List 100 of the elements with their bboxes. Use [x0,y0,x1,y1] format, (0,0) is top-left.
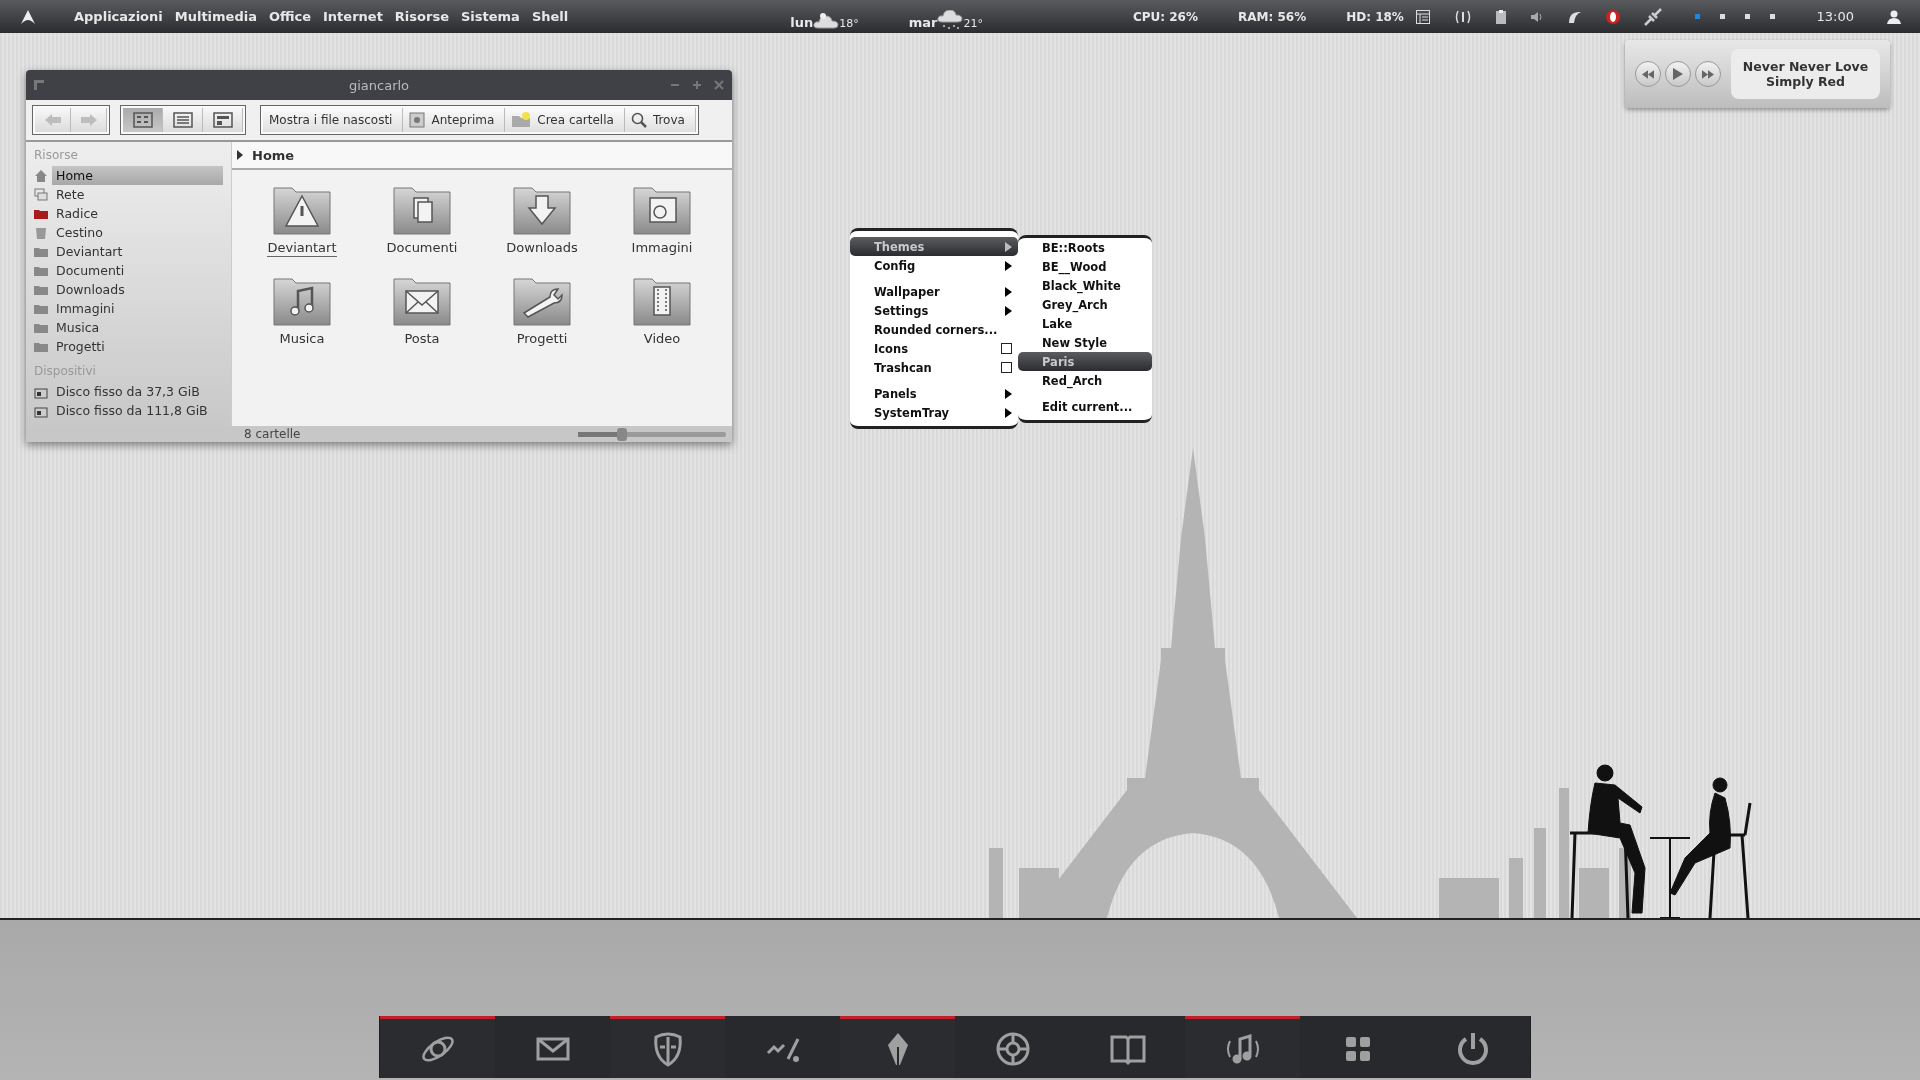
checkbox[interactable] [1001,362,1012,373]
shield-icon[interactable] [1604,8,1621,25]
arch-logo-icon[interactable] [20,8,36,25]
zoom-slider-thumb[interactable] [617,427,628,441]
panel-menu-item[interactable]: Risorse [394,9,449,24]
folder-icon[interactable] [510,184,574,236]
submenu-arrow-icon [1005,388,1012,399]
clipboard-icon[interactable] [1494,8,1507,25]
menu-item[interactable]: Red_Arch [1018,371,1152,390]
checkbox[interactable] [1001,343,1012,354]
dock-launcher[interactable] [1415,1016,1530,1078]
sidebar-section-title: Risorse [34,148,79,162]
sidebar-item[interactable]: Documenti [34,261,223,280]
search-icon [630,112,647,128]
sidebar-item[interactable]: Deviantart [34,242,223,261]
menu-item[interactable]: Panels [850,384,1018,403]
cloud-icon [813,12,840,30]
view-mode-button[interactable] [203,108,243,132]
panel-menu-item[interactable]: Multimedia [174,9,257,24]
window-title: giancarlo [348,77,410,93]
track-artist: Simply Red [1765,74,1846,89]
new-folder-icon [511,112,532,128]
menu-item[interactable]: Lake [1018,314,1152,333]
submenu-arrow-icon [1005,286,1012,297]
forward-arrow-icon [78,112,99,128]
workspace-indicator[interactable] [1744,14,1750,19]
toolbar-button[interactable]: Trova [624,108,696,132]
system-monitor-reading: RAM: 56% [1238,9,1307,24]
workspace-indicator[interactable] [1769,14,1775,19]
folder-icon[interactable] [630,184,694,236]
menu-item[interactable]: Black_White [1018,276,1152,295]
home-icon [34,168,48,183]
sidebar-item[interactable]: Radice [34,204,223,223]
preview-icon [409,112,426,128]
system-monitor-reading: HD: 18% [1346,9,1404,24]
menu-item[interactable]: Paris [1018,352,1152,371]
folder-icon[interactable] [630,275,694,327]
menu-item[interactable]: Edit current... [1018,397,1152,416]
folder-label: Immagini [631,240,693,257]
folder-icon[interactable] [510,275,574,327]
menu-item[interactable]: SystemTray [850,403,1018,422]
submenu-arrow-icon [1005,407,1012,418]
folder-icon[interactable] [390,275,454,327]
submenu-arrow-icon [1005,305,1012,316]
folder-label: Downloads [506,240,578,257]
rewind-button[interactable] [1635,61,1661,87]
sidebar-item[interactable]: Immagini [34,299,223,318]
submenu-arrow-icon [1005,241,1012,252]
view-mode-button[interactable] [163,108,203,132]
play-button[interactable] [1665,61,1691,87]
dock-launcher[interactable] [380,1016,495,1078]
view-mode-button[interactable] [123,108,163,132]
panel-menu-item[interactable]: Shell [531,9,569,24]
toolbar-button[interactable]: Anteprima [403,108,506,132]
folder-label: Progetti [516,331,568,348]
panel-menu-item[interactable]: Internet [323,9,383,24]
plug-icon[interactable] [1642,6,1663,27]
menu-item[interactable]: Settings [850,301,1018,320]
menu-item[interactable]: BE::Roots [1018,238,1152,257]
sidebar-item[interactable]: Rete [34,185,223,204]
sidebar-item[interactable]: Disco fisso da 37,3 GiB [34,382,223,401]
list-view-icon [172,112,193,128]
menu-item[interactable]: BE__Wood [1018,257,1152,276]
sidebar-item[interactable]: Progetti [34,337,223,356]
compact-view-icon [212,112,233,128]
toolbar-button[interactable]: Mostra i file nascosti [263,108,404,132]
menu-item[interactable]: Themes [850,237,1018,256]
folder-icon[interactable] [390,184,454,236]
menu-item[interactable]: Grey_Arch [1018,295,1152,314]
folder-icon[interactable] [270,275,334,327]
menu-item[interactable]: Config [850,256,1018,275]
snow-cloud-icon [937,10,964,30]
sidebar-item[interactable]: Cestino [34,223,223,242]
panel-menu-item[interactable]: Office [268,9,312,24]
menu-item[interactable]: Wallpaper [850,282,1018,301]
menu-item[interactable]: Icons [850,339,1018,358]
sidebar-item[interactable]: Downloads [34,280,223,299]
panel-menu-item[interactable]: Applicazioni [74,9,163,24]
icon-view-icon [132,112,153,128]
sidebar-item[interactable]: Disco fisso da 111,8 GiB [34,401,223,420]
breadcrumb-item[interactable]: Home [252,147,295,163]
toolbar-button[interactable]: Crea cartella [505,108,625,132]
track-title: Never Never Love [1742,59,1869,74]
play-icon [1673,68,1683,80]
menu-item[interactable]: Trashcan [850,358,1018,377]
menu-item[interactable]: New Style [1018,333,1152,352]
folder-icon[interactable] [270,184,334,236]
user-icon[interactable] [1886,8,1902,25]
folder-label: Documenti [386,240,458,257]
table-icon[interactable] [1414,8,1431,25]
fast-forward-button[interactable] [1695,61,1721,87]
panel-menu-item[interactable]: Sistema [460,9,520,24]
workspace-indicator[interactable] [1719,14,1725,19]
folder-label: Posta [404,331,440,348]
breadcrumb-arrow-icon [236,150,244,160]
weather-day: mar [908,15,938,30]
menu-item[interactable]: Rounded corners... [850,320,1018,339]
status-text: 8 cartelle [244,427,301,441]
clock: 13:00 [1816,9,1854,24]
sidebar-item[interactable]: Musica [34,318,223,337]
